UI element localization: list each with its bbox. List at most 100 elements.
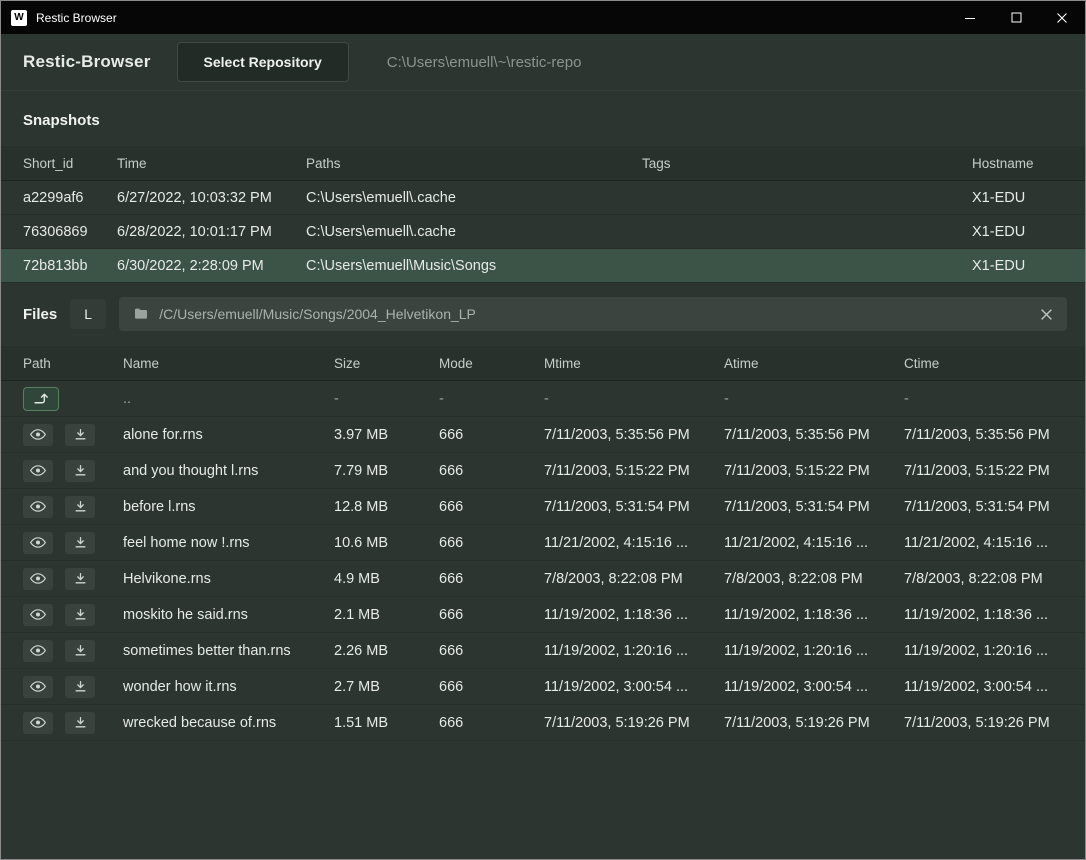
files-table-header: Path Name Size Mode Mtime Atime Ctime xyxy=(1,345,1085,381)
file-ctime: 11/19/2002, 1:18:36 ... xyxy=(904,607,1063,623)
column-header-name: Name xyxy=(123,356,334,371)
restore-file-button[interactable] xyxy=(65,604,95,626)
file-ctime: 7/11/2003, 5:31:54 PM xyxy=(904,499,1063,515)
snapshot-short-id: 76306869 xyxy=(23,224,117,240)
parent-directory-button[interactable] xyxy=(23,387,59,411)
files-toolbar: Files L /C/Users/emuell/Music/Songs/2004… xyxy=(23,297,1067,331)
file-atime: 7/11/2003, 5:31:54 PM xyxy=(724,499,904,515)
eye-icon xyxy=(30,608,46,621)
file-name: Helvikone.rns xyxy=(123,571,334,587)
maximize-icon xyxy=(1011,12,1022,23)
file-atime: 11/21/2002, 4:15:16 ... xyxy=(724,535,904,551)
file-row[interactable]: moskito he said.rns 2.1 MB 666 11/19/200… xyxy=(1,597,1085,633)
file-mode: 666 xyxy=(439,643,544,659)
file-ctime: 11/19/2002, 3:00:54 ... xyxy=(904,679,1063,695)
titlebar: W Restic Browser xyxy=(1,1,1085,34)
eye-icon xyxy=(30,644,46,657)
file-mtime: 11/19/2002, 1:18:36 ... xyxy=(544,607,724,623)
snapshot-paths: C:\Users\emuell\.cache xyxy=(306,190,642,206)
file-row[interactable]: sometimes better than.rns 2.26 MB 666 11… xyxy=(1,633,1085,669)
eye-icon xyxy=(30,428,46,441)
file-row[interactable]: Helvikone.rns 4.9 MB 666 7/8/2003, 8:22:… xyxy=(1,561,1085,597)
file-path-input[interactable]: /C/Users/emuell/Music/Songs/2004_Helveti… xyxy=(119,297,1067,331)
app-header: Restic-Browser Select Repository C:\User… xyxy=(1,34,1085,91)
file-size: 1.51 MB xyxy=(334,715,439,731)
restore-file-button[interactable] xyxy=(65,532,95,554)
column-header-ctime: Ctime xyxy=(904,356,1063,371)
snapshot-row[interactable]: 72b813bb 6/30/2022, 2:28:09 PM C:\Users\… xyxy=(1,249,1085,283)
eye-icon xyxy=(30,716,46,729)
eye-icon xyxy=(30,500,46,513)
clear-path-button[interactable] xyxy=(1040,308,1053,321)
app-logo-icon: W xyxy=(11,10,27,26)
restore-file-button[interactable] xyxy=(65,640,95,662)
file-mtime: 11/19/2002, 1:20:16 ... xyxy=(544,643,724,659)
close-button[interactable] xyxy=(1039,1,1085,34)
snapshot-short-id: a2299af6 xyxy=(23,190,117,206)
preview-file-button[interactable] xyxy=(23,712,53,734)
file-atime: 11/19/2002, 1:18:36 ... xyxy=(724,607,904,623)
app-title: Restic-Browser xyxy=(23,52,151,72)
eye-icon xyxy=(30,464,46,477)
file-row[interactable]: wrecked because of.rns 1.51 MB 666 7/11/… xyxy=(1,705,1085,741)
restore-file-button[interactable] xyxy=(65,460,95,482)
snapshot-paths: C:\Users\emuell\.cache xyxy=(306,224,642,240)
file-size: 2.7 MB xyxy=(334,679,439,695)
file-row[interactable]: before l.rns 12.8 MB 666 7/11/2003, 5:31… xyxy=(1,489,1085,525)
file-name: feel home now !.rns xyxy=(123,535,334,551)
restore-file-button[interactable] xyxy=(65,424,95,446)
file-mtime: 11/19/2002, 3:00:54 ... xyxy=(544,679,724,695)
preview-file-button[interactable] xyxy=(23,640,53,662)
minimize-button[interactable] xyxy=(947,1,993,34)
file-row[interactable]: feel home now !.rns 10.6 MB 666 11/21/20… xyxy=(1,525,1085,561)
snapshot-row[interactable]: 76306869 6/28/2022, 10:01:17 PM C:\Users… xyxy=(1,215,1085,249)
close-icon xyxy=(1056,12,1068,24)
column-header-size: Size xyxy=(334,356,439,371)
file-mode: 666 xyxy=(439,679,544,695)
select-repository-button[interactable]: Select Repository xyxy=(177,42,349,82)
preview-file-button[interactable] xyxy=(23,532,53,554)
maximize-button[interactable] xyxy=(993,1,1039,34)
restore-file-button[interactable] xyxy=(65,568,95,590)
parent-directory-name: .. xyxy=(123,391,334,407)
repository-path-input[interactable]: C:\Users\emuell\~\restic-repo xyxy=(387,54,1063,71)
preview-file-button[interactable] xyxy=(23,424,53,446)
snapshot-row[interactable]: a2299af6 6/27/2022, 10:03:32 PM C:\Users… xyxy=(1,181,1085,215)
download-icon xyxy=(74,464,87,477)
file-name: moskito he said.rns xyxy=(123,607,334,623)
file-mtime: 7/11/2003, 5:15:22 PM xyxy=(544,463,724,479)
preview-file-button[interactable] xyxy=(23,568,53,590)
eye-icon xyxy=(30,680,46,693)
file-atime: 7/11/2003, 5:35:56 PM xyxy=(724,427,904,443)
preview-file-button[interactable] xyxy=(23,676,53,698)
parent-directory-mode: - xyxy=(439,391,544,407)
file-atime: 11/19/2002, 1:20:16 ... xyxy=(724,643,904,659)
download-icon xyxy=(74,572,87,585)
file-row[interactable]: alone for.rns 3.97 MB 666 7/11/2003, 5:3… xyxy=(1,417,1085,453)
snapshot-hostname: X1-EDU xyxy=(972,224,1063,240)
download-icon xyxy=(74,608,87,621)
file-ctime: 11/21/2002, 4:15:16 ... xyxy=(904,535,1063,551)
preview-file-button[interactable] xyxy=(23,604,53,626)
file-mtime: 7/11/2003, 5:19:26 PM xyxy=(544,715,724,731)
preview-file-button[interactable] xyxy=(23,496,53,518)
file-row[interactable]: and you thought l.rns 7.79 MB 666 7/11/2… xyxy=(1,453,1085,489)
column-header-hostname: Hostname xyxy=(972,156,1063,171)
file-mode: 666 xyxy=(439,499,544,515)
file-size: 12.8 MB xyxy=(334,499,439,515)
parent-directory-row[interactable]: .. - - - - - xyxy=(1,381,1085,417)
file-name: and you thought l.rns xyxy=(123,463,334,479)
download-icon xyxy=(74,716,87,729)
column-header-mtime: Mtime xyxy=(544,356,724,371)
snapshot-short-id: 72b813bb xyxy=(23,258,117,274)
file-name: sometimes better than.rns xyxy=(123,643,334,659)
preview-file-button[interactable] xyxy=(23,460,53,482)
restore-file-button[interactable] xyxy=(65,496,95,518)
snapshots-table-body: a2299af6 6/27/2022, 10:03:32 PM C:\Users… xyxy=(1,181,1085,283)
restore-file-button[interactable] xyxy=(65,676,95,698)
up-directory-icon xyxy=(33,391,50,406)
files-l-button[interactable]: L xyxy=(70,299,106,329)
restore-file-button[interactable] xyxy=(65,712,95,734)
file-ctime: 7/11/2003, 5:15:22 PM xyxy=(904,463,1063,479)
file-row[interactable]: wonder how it.rns 2.7 MB 666 11/19/2002,… xyxy=(1,669,1085,705)
